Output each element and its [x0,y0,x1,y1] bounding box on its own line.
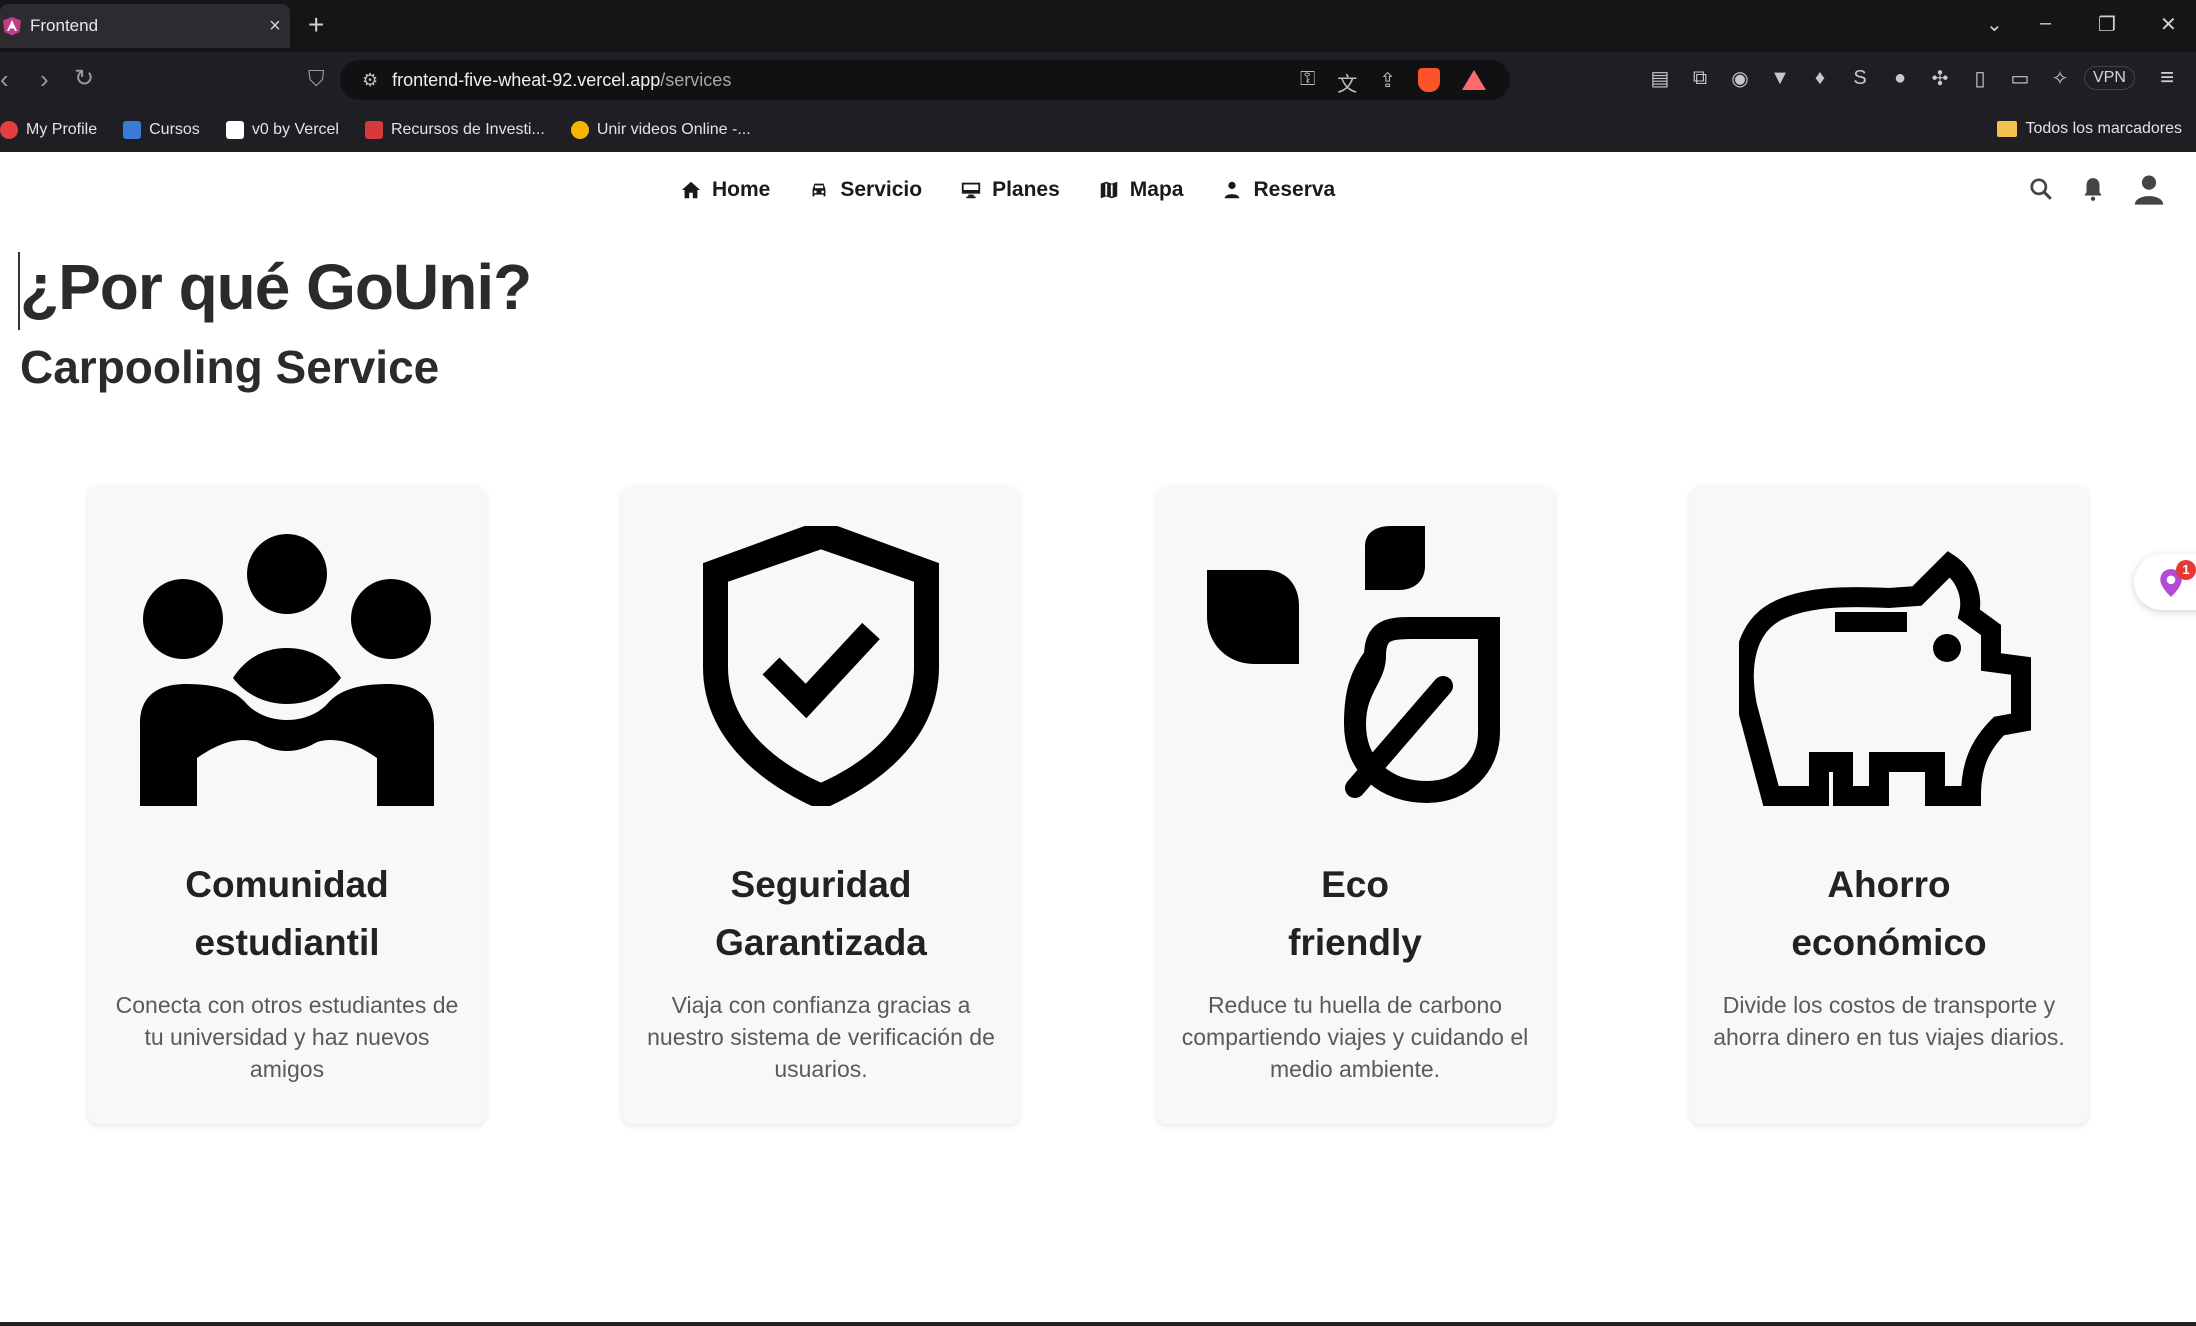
nav-item-planes[interactable]: Planes [960,178,1060,202]
url-text[interactable]: frontend-five-wheat-92.vercel.app/servic… [392,70,731,91]
feature-card-seguridad: Seguridad Garantizada Viaja con confianz… [622,486,1020,1124]
angular-favicon-icon [3,17,21,36]
share-icon[interactable]: ⇪ [1379,68,1396,97]
vpn-button[interactable]: VPN [2084,66,2135,90]
bookmarks-bar: My Profile Cursos v0 by Vercel Recursos … [0,108,2196,152]
card-description: Reduce tu huella de carbono compartiendo… [1181,992,1529,1082]
browser-chrome: Frontend × + ⌄ – ❐ ✕ ‹ › ↻ ⛉ ⚙ frontend-… [0,0,2196,152]
reload-icon[interactable]: ↻ [74,64,94,94]
account-icon[interactable] [2132,172,2166,206]
card-title: Seguridad Garantizada [715,864,927,963]
card-description: Divide los costos de transporte y ahorra… [1713,992,2065,1050]
minimize-icon[interactable]: – [2040,12,2051,35]
bell-icon[interactable] [2080,175,2106,203]
address-bar[interactable]: ⚙ frontend-five-wheat-92.vercel.app/serv… [340,60,1510,100]
back-icon[interactable]: ‹ [0,64,9,94]
piggy-bank-icon [1739,551,2031,806]
feature-card-comunidad: Comunidad estudiantil Conecta con otros … [88,486,486,1124]
browser-toolbar: ‹ › ↻ ⛉ ⚙ frontend-five-wheat-92.vercel.… [0,52,2196,108]
main-nav: Home Servicio Planes Mapa Reserva [680,178,1373,202]
browser-tab-frontend[interactable]: Frontend × [0,4,290,48]
extensions-puzzle-icon[interactable]: ✣ [1928,66,1952,91]
bookmark-item[interactable]: Unir videos Online -... [570,121,751,139]
extension-doc-icon[interactable]: ▤ [1648,66,1672,91]
extension-translate-icon[interactable]: ⧉ [1688,67,1712,90]
person-icon [1225,181,1240,199]
url-actions: ⚿ 文 ⇪ [1300,68,1486,97]
page-title: ¿Por qué GoUni? [20,251,532,323]
nav-item-mapa[interactable]: Mapa [1098,178,1183,202]
bookmark-favicon-icon [570,121,589,139]
nav-item-reserva[interactable]: Reserva [1221,178,1335,202]
bookmark-item[interactable]: v0 by Vercel [225,121,339,139]
card-title: Eco friendly [1288,864,1422,963]
map-icon [1100,181,1118,199]
bookmark-item[interactable]: Cursos [123,121,200,139]
feature-card-ahorro: Ahorro económico Divide los costos de tr… [1690,486,2088,1124]
nav-item-servicio[interactable]: Servicio [808,178,922,202]
home-icon [681,181,701,199]
all-bookmarks-folder[interactable]: Todos los marcadores [1997,120,2182,138]
bookmark-item[interactable]: Recursos de Investi... [364,121,545,139]
search-icon[interactable] [2028,176,2054,202]
new-tab-button[interactable]: + [308,10,324,40]
shield-check-icon [703,526,939,806]
bookmark-item[interactable]: My Profile [0,121,97,139]
tab-close-icon[interactable]: × [260,15,290,38]
window-close-icon[interactable]: ✕ [2160,12,2177,37]
floating-location-widget[interactable]: 1 [2134,554,2196,610]
extension-vue-icon[interactable]: ▼ [1768,67,1792,90]
car-icon [812,183,826,197]
sidebar-toggle-icon[interactable]: ▯ [1968,66,1992,91]
tab-strip: Frontend × + ⌄ – ❐ ✕ [0,0,2196,52]
window-bottom-border [0,1322,2196,1326]
bookmark-favicon-icon [123,121,142,139]
key-icon[interactable]: ⚿ [1300,68,1315,97]
folder-icon [1997,121,2018,137]
translate-icon[interactable]: 文 [1337,68,1357,97]
card-title: Ahorro económico [1791,864,1987,963]
card-description: Viaja con confianza gracias a nuestro si… [647,992,995,1082]
monitor-icon [961,182,981,199]
extension-green-icon[interactable]: ● [1888,67,1912,90]
tab-title: Frontend [30,16,99,35]
extension-pin-icon[interactable]: ♦ [1808,67,1832,90]
wallet-icon[interactable]: ▭ [2008,66,2032,91]
bookmark-favicon-icon [0,121,18,139]
extension-discord-icon[interactable]: ◉ [1728,66,1752,91]
restore-icon[interactable]: ❐ [2098,12,2116,37]
notification-badge: 1 [2176,560,2196,580]
card-description: Conecta con otros estudiantes de tu univ… [115,992,459,1082]
bookmark-favicon-icon [225,121,244,139]
page-content: Home Servicio Planes Mapa Reserva ¿Por q… [0,152,2196,1326]
tab-list-chevron-icon[interactable]: ⌄ [1986,12,2003,37]
site-info-icon[interactable]: ⚙ [362,70,378,91]
forward-icon[interactable]: › [40,64,49,94]
bookmark-page-icon[interactable]: ⛉ [308,64,325,94]
community-icon [140,534,434,806]
browser-menu-icon[interactable]: ≡ [2160,64,2174,92]
extensions-bar: ▤ ⧉ ◉ ▼ ♦ S ● ✣ ▯ ▭ ✧ [1648,66,2072,91]
page-subtitle: Carpooling Service [20,341,440,393]
brave-shield-icon[interactable] [1418,68,1440,92]
card-title: Comunidad estudiantil [185,864,389,963]
brave-rewards-icon[interactable] [1462,70,1486,90]
nav-item-home[interactable]: Home [680,178,770,202]
leo-ai-icon[interactable]: ✧ [2048,66,2072,91]
nav-right-actions [2028,172,2166,206]
bookmark-favicon-icon [364,121,383,139]
extension-s-icon[interactable]: S [1848,67,1872,90]
eco-leaf-icon [1207,526,1500,804]
feature-card-eco: Eco friendly Reduce tu huella de carbono… [1156,486,1554,1124]
